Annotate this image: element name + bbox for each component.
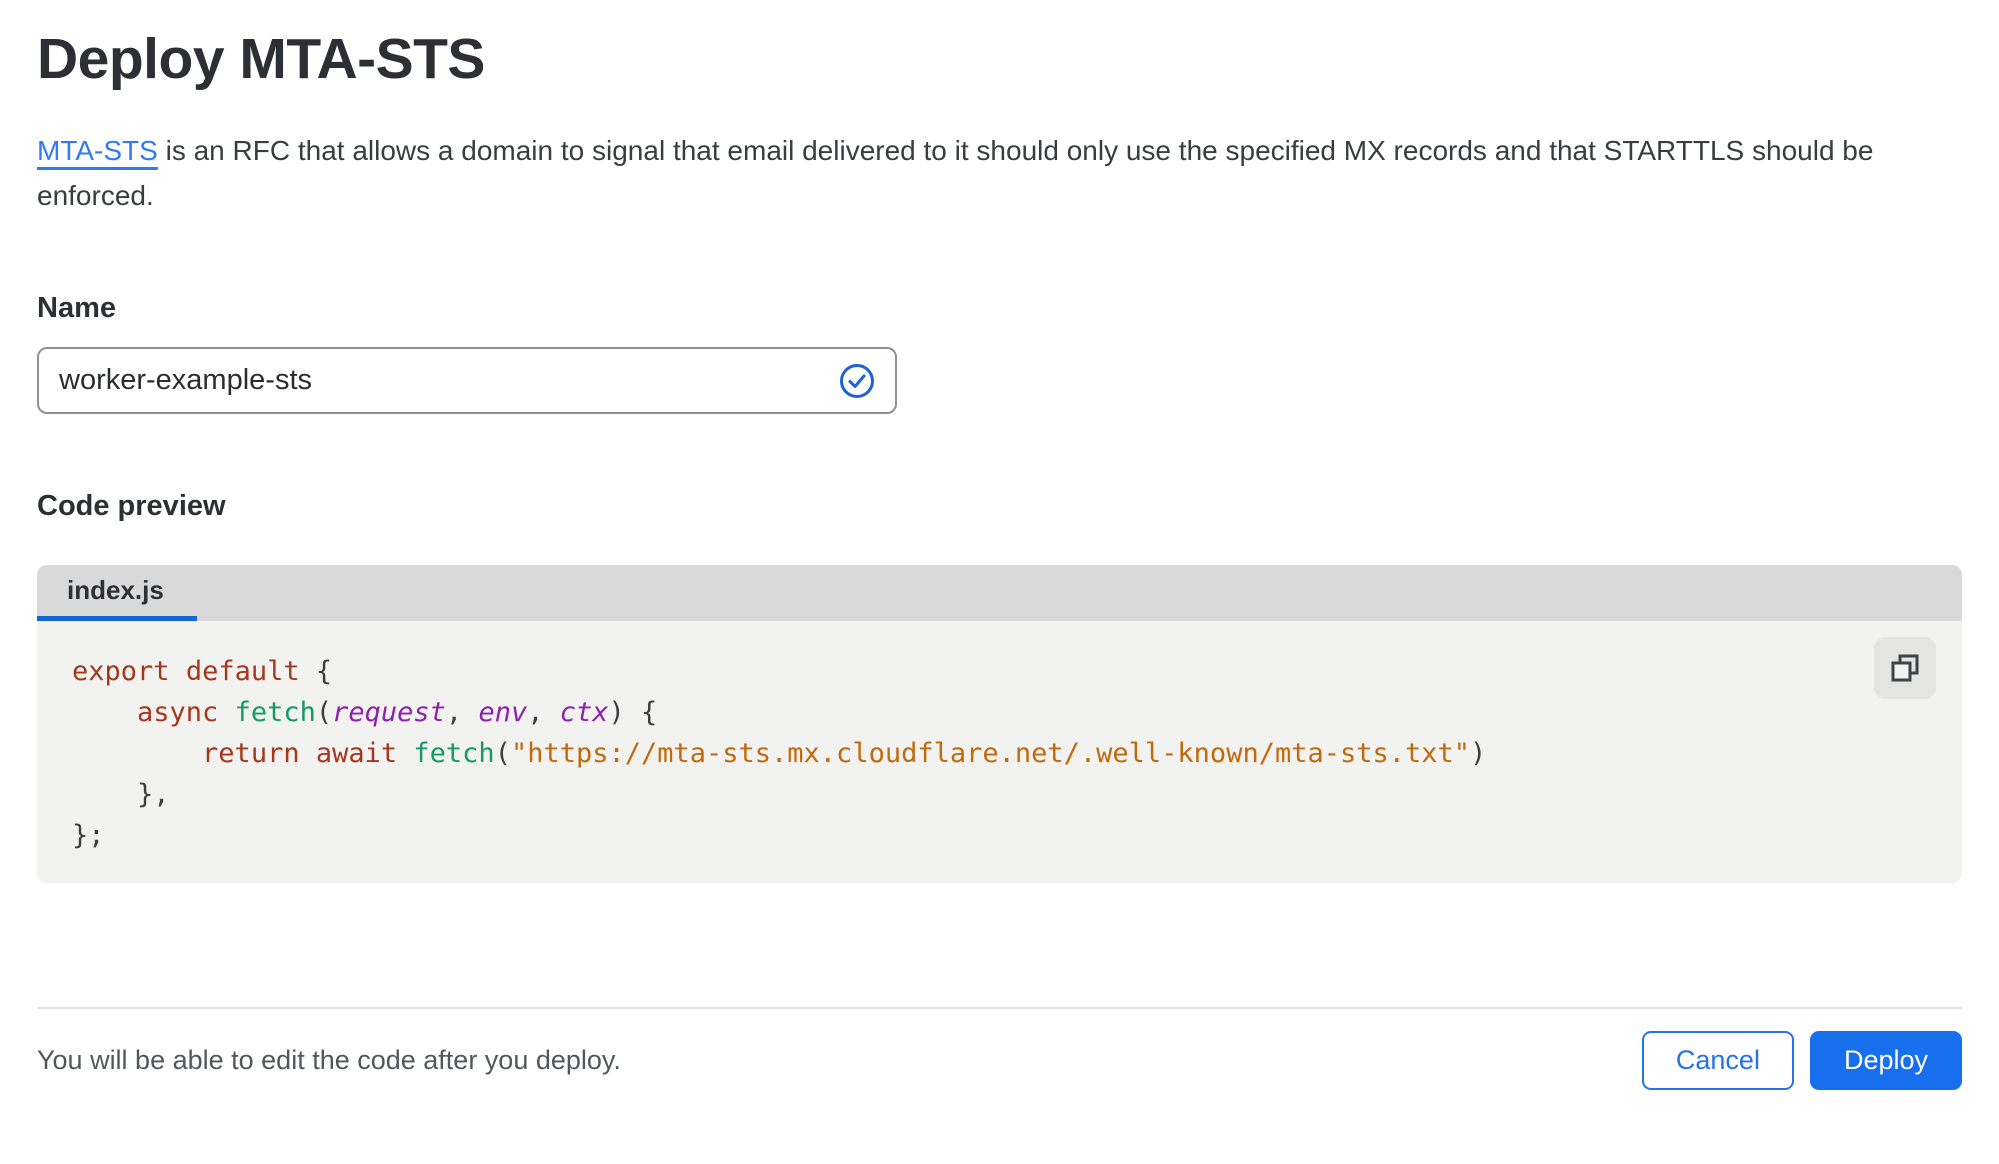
code-content: export default { async fetch(request, en… [72, 651, 1872, 856]
name-input-wrapper [37, 347, 897, 414]
code-line: }; [72, 820, 105, 851]
code-line: export default { [72, 656, 333, 687]
code-line: }, [72, 779, 170, 810]
deploy-button[interactable]: Deploy [1809, 1031, 1962, 1090]
code-preview-label: Code preview [37, 490, 226, 522]
footer: You will be able to edit the code after … [37, 1007, 1962, 1090]
code-block: index.js export default { async fetch(re… [37, 565, 1962, 883]
copy-icon [1891, 654, 1919, 682]
name-input[interactable] [37, 347, 897, 414]
page-description: MTA-STS is an RFC that allows a domain t… [37, 128, 1927, 218]
deploy-mta-sts-page: Deploy MTA-STS MTA-STS is an RFC that al… [0, 26, 1999, 1090]
cancel-button[interactable]: Cancel [1641, 1031, 1794, 1090]
name-label: Name [37, 292, 116, 324]
code-line: async fetch(request, env, ctx) { [137, 697, 658, 728]
page-title: Deploy MTA-STS [37, 27, 485, 91]
check-circle-icon [840, 363, 874, 398]
footer-actions: Cancel Deploy [1641, 1031, 1962, 1090]
tab-label: index.js [67, 575, 164, 605]
mta-sts-link[interactable]: MTA-STS [37, 135, 158, 166]
code-tab-bar: index.js [37, 565, 1962, 621]
code-editor-area: export default { async fetch(request, en… [37, 621, 1962, 883]
code-preview-section: Code preview index.js export default { a… [37, 490, 1962, 883]
code-line: return await fetch("https://mta-sts.mx.c… [202, 738, 1487, 769]
tab-index-js[interactable]: index.js [37, 565, 197, 621]
copy-button[interactable] [1874, 637, 1936, 699]
description-text: is an RFC that allows a domain to signal… [37, 135, 1874, 211]
name-field-section: Name [37, 292, 1962, 414]
footer-note: You will be able to edit the code after … [37, 1045, 621, 1075]
